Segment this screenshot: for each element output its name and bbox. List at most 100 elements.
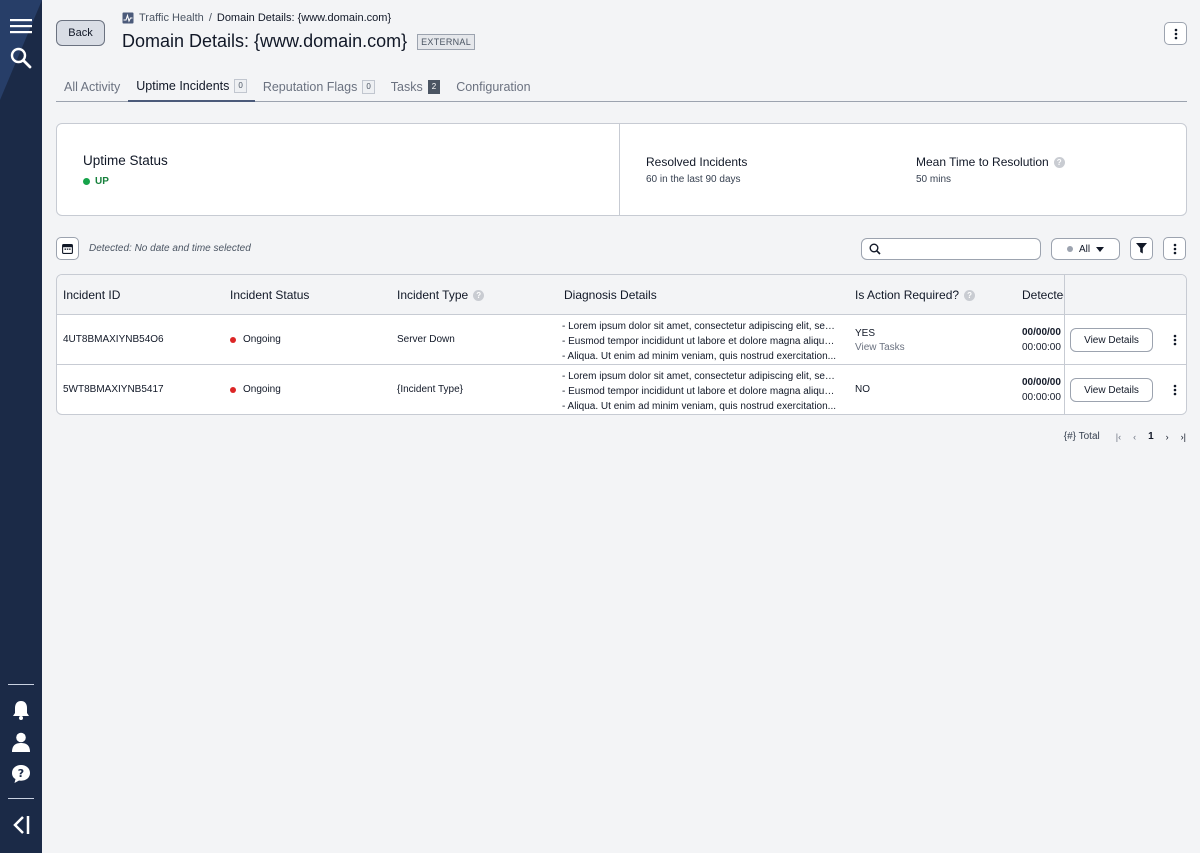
total-count: {#} Total	[1063, 431, 1100, 442]
search-input[interactable]	[886, 243, 1040, 255]
traffic-health-icon	[122, 12, 134, 24]
tab-all-activity[interactable]: All Activity	[56, 72, 128, 101]
tab-tasks[interactable]: Tasks 2	[383, 72, 448, 101]
tab-label: All Activity	[64, 79, 121, 94]
search-box[interactable]	[861, 238, 1041, 260]
detected-time: 00:00:00	[1022, 392, 1061, 403]
last-page-icon[interactable]: ›|	[1181, 432, 1186, 442]
uptime-status-label: Uptime Status	[83, 153, 168, 168]
diagnosis-line: - Lorem ipsum dolor sit amet, consectetu…	[562, 371, 837, 382]
pagination: {#} Total |‹ ‹ 1 › ›|	[1064, 431, 1186, 442]
column-header-incident-id[interactable]: Incident ID	[63, 288, 120, 302]
view-details-button[interactable]: View Details	[1070, 378, 1153, 402]
current-page[interactable]: 1	[1148, 431, 1154, 442]
help-icon[interactable]: ?	[6, 760, 36, 788]
tab-label: Uptime Incidents	[136, 79, 230, 93]
collapse-icon[interactable]	[6, 811, 36, 839]
incident-type: Server Down	[397, 334, 455, 345]
resolved-incidents-label: Resolved Incidents	[646, 155, 748, 169]
help-icon[interactable]: ?	[964, 289, 976, 301]
action-required: YES	[855, 328, 876, 339]
vertical-dots-icon	[1173, 243, 1176, 254]
view-tasks-link[interactable]: View Tasks	[855, 342, 905, 353]
status-filter-value: All	[1078, 243, 1091, 255]
incident-status: Ongoing	[230, 334, 281, 345]
bell-icon[interactable]	[6, 696, 36, 724]
svg-text:?: ?	[18, 767, 24, 780]
diagnosis-line: - Aliqua. Ut enim ad minim veniam, quis …	[562, 351, 837, 362]
mttr-label-row: Mean Time to Resolution?	[916, 155, 1186, 169]
column-header-label: Incident Status	[230, 288, 310, 302]
page-title-domain: {www.domain.com}	[249, 31, 408, 51]
main-content: Back Traffic Health / Domain Details: {w…	[42, 0, 1200, 853]
sidebar-divider	[8, 798, 34, 799]
mttr-value: 50 mins	[916, 174, 952, 185]
column-header-diagnosis-details[interactable]: Diagnosis Details	[564, 288, 657, 302]
page-more-options-button[interactable]	[1164, 22, 1187, 45]
breadcrumb-traffic-health[interactable]: Traffic Health	[139, 12, 204, 24]
view-details-button[interactable]: View Details	[1070, 328, 1153, 352]
column-header-action-required[interactable]: Is Action Required??	[855, 288, 976, 302]
next-page-icon[interactable]: ›	[1166, 432, 1169, 442]
tab-label: Tasks	[390, 79, 423, 94]
vertical-dots-icon	[1174, 28, 1177, 39]
row-more-options-button[interactable]	[1170, 382, 1180, 398]
column-header-label: Is Action Required?	[855, 288, 960, 302]
table-row[interactable]: 5WT8BMAXIYNB5417 Ongoing {Incident Type}…	[57, 365, 1186, 414]
status-dot	[230, 336, 236, 343]
uptime-status-indicator: UP	[83, 176, 619, 187]
metrics-panel: Resolved Incidents 60 in the last 90 day…	[620, 124, 1186, 215]
back-button[interactable]: Back	[56, 20, 105, 46]
diagnosis-details: - Lorem ipsum dolor sit amet, consectetu…	[562, 319, 837, 364]
help-icon[interactable]: ?	[1053, 156, 1065, 168]
table-more-options-button[interactable]	[1163, 237, 1186, 260]
previous-page-icon[interactable]: ‹	[1133, 432, 1136, 442]
stats-card: Uptime Status UP Resolved Incidents 60 i…	[56, 123, 1187, 216]
column-header-detected[interactable]: Detected	[1022, 288, 1065, 302]
page-title-prefix: Domain Details:	[122, 31, 250, 51]
resolved-incidents-metric: Resolved Incidents 60 in the last 90 day…	[646, 155, 916, 215]
menu-icon[interactable]	[6, 12, 36, 40]
external-badge: EXTERNAL	[417, 33, 476, 50]
user-icon[interactable]	[6, 728, 36, 756]
tab-label: Configuration	[456, 79, 531, 94]
column-header-label: Diagnosis Details	[564, 288, 657, 302]
filter-icon	[1136, 243, 1147, 254]
status-dot	[1066, 246, 1073, 252]
detected-date: 00/00/00	[1022, 327, 1061, 338]
column-header-incident-type[interactable]: Incident Type?	[397, 288, 485, 302]
table-row[interactable]: 4UT8BMAXIYNB54O6 Ongoing Server Down - L…	[57, 315, 1186, 365]
detected-date: 00/00/00	[1022, 377, 1061, 388]
resolved-incidents-value: 60 in the last 90 days	[646, 174, 741, 185]
tab-configuration[interactable]: Configuration	[448, 72, 538, 101]
column-header-label: Detected	[1022, 288, 1065, 302]
action-required: NO	[855, 384, 870, 395]
search-icon[interactable]	[6, 44, 36, 72]
incident-status-text: Ongoing	[243, 334, 281, 345]
incidents-table: Incident ID Incident Status Incident Typ…	[56, 274, 1187, 415]
row-more-options-button[interactable]	[1170, 332, 1180, 348]
incident-id: 4UT8BMAXIYNB54O6	[63, 334, 164, 345]
tab-uptime-incidents[interactable]: Uptime Incidents 0	[128, 72, 255, 102]
first-page-icon[interactable]: |‹	[1116, 432, 1121, 442]
diagnosis-line: - Eusmod tempor incididunt ut labore et …	[562, 386, 837, 397]
calendar-icon	[62, 244, 73, 254]
sidebar-divider	[8, 684, 34, 685]
column-header-incident-status[interactable]: Incident Status	[230, 288, 309, 302]
actions-column-header	[1064, 275, 1186, 314]
tab-reputation-flags[interactable]: Reputation Flags 0	[255, 72, 383, 101]
diagnosis-line: - Lorem ipsum dolor sit amet, consectetu…	[562, 321, 837, 332]
status-filter-select[interactable]: All	[1051, 238, 1120, 260]
column-header-label: Incident Type	[397, 288, 469, 302]
tab-label: Reputation Flags	[262, 79, 358, 94]
filter-button[interactable]	[1130, 237, 1153, 260]
vertical-dots-icon	[1173, 384, 1177, 396]
breadcrumb-separator: /	[208, 12, 212, 24]
vertical-dots-icon	[1173, 334, 1177, 346]
incident-status-text: Ongoing	[243, 384, 281, 395]
tab-count-badge: 0	[234, 79, 247, 93]
help-icon[interactable]: ?	[473, 289, 485, 301]
incident-status: Ongoing	[230, 384, 281, 395]
diagnosis-line: - Eusmod tempor incididunt ut labore et …	[562, 336, 837, 347]
date-picker-button[interactable]	[56, 237, 79, 260]
